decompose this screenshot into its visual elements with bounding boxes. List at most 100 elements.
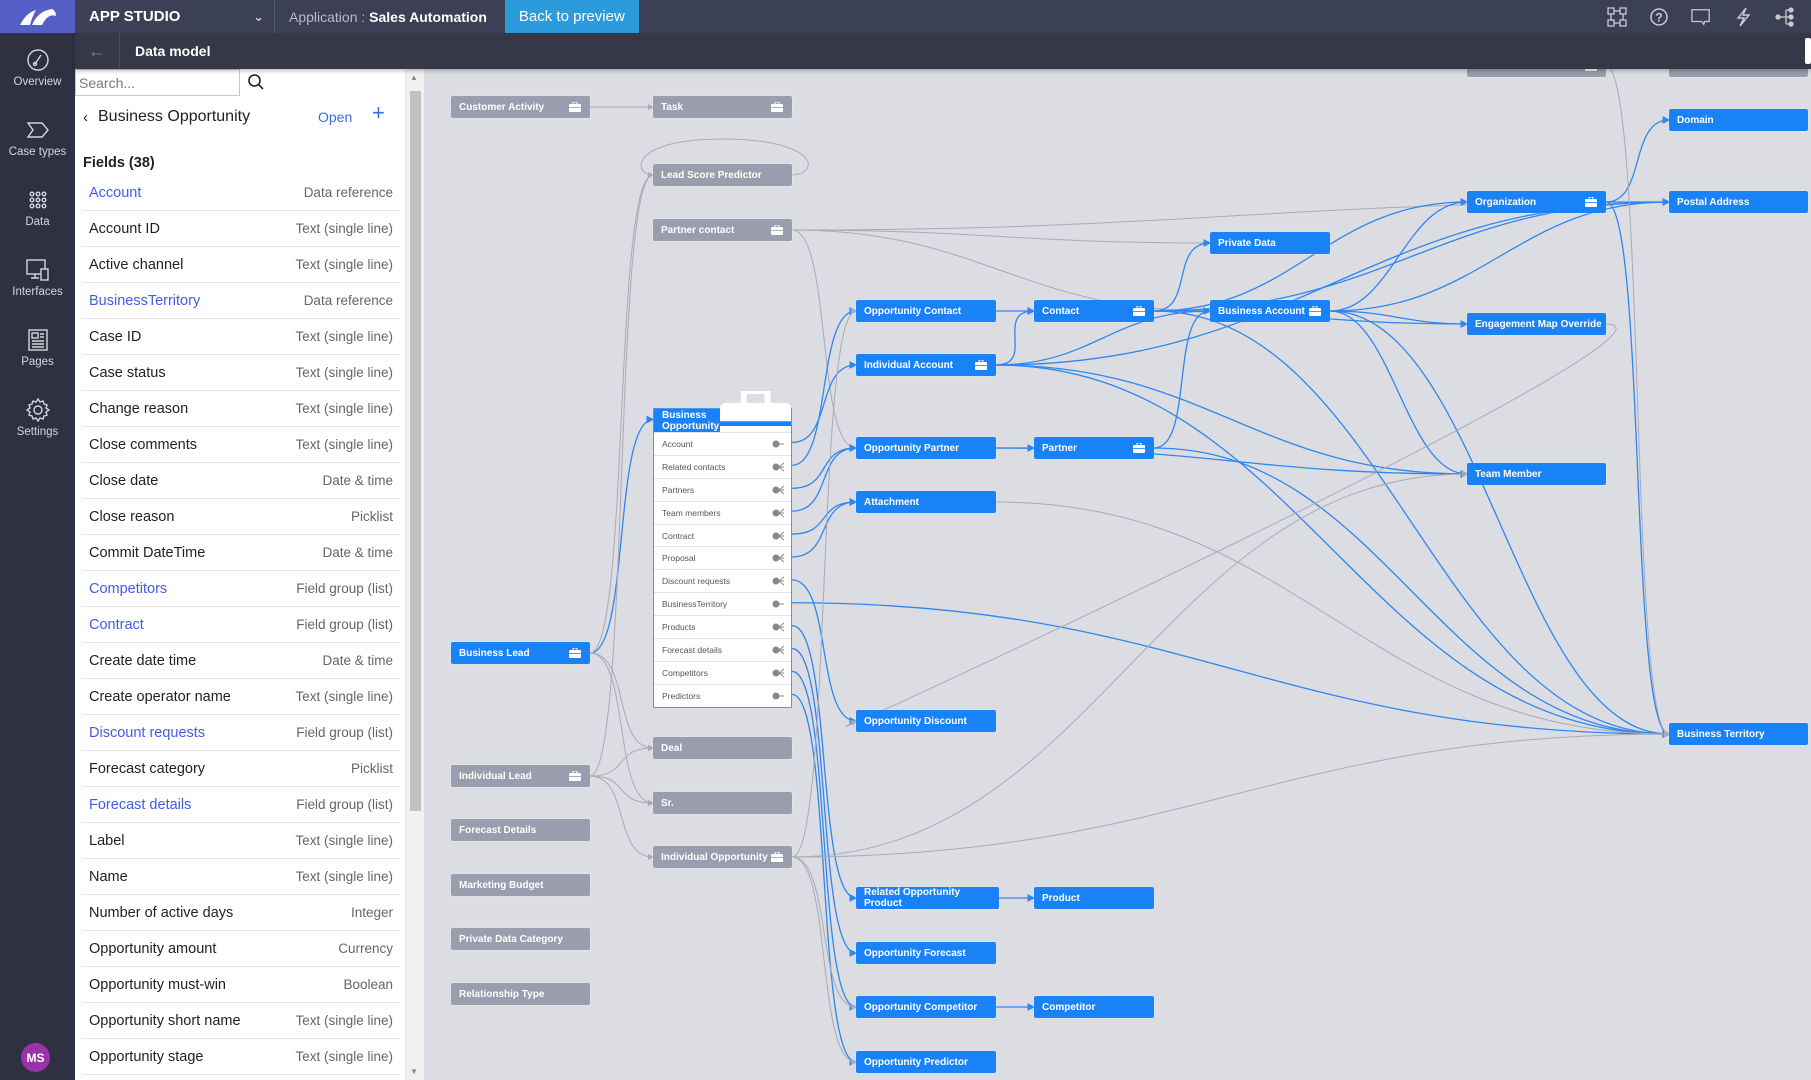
- entity-node-related-opportunity-product[interactable]: Related Opportunity Product: [856, 887, 999, 909]
- field-name[interactable]: Competitors: [89, 581, 167, 597]
- field-row[interactable]: Forecast details Field group (list): [82, 787, 400, 823]
- focus-field-row[interactable]: Team members: [654, 500, 791, 524]
- field-row[interactable]: Name Text (single line): [82, 859, 400, 895]
- field-row[interactable]: Case status Text (single line): [82, 355, 400, 391]
- layout-icon[interactable]: [1607, 6, 1627, 27]
- focus-field-row[interactable]: Partners: [654, 477, 791, 501]
- focus-field-row[interactable]: Discount requests: [654, 569, 791, 592]
- search-icon[interactable]: [247, 73, 267, 93]
- entity-node-engagement-map-override[interactable]: Engagement Map Override: [1467, 313, 1606, 335]
- focus-field-row[interactable]: Predictors: [654, 683, 791, 707]
- focus-field-row[interactable]: Competitors: [654, 660, 791, 684]
- nav-overview[interactable]: Overview: [0, 33, 75, 103]
- entity-node-domain[interactable]: Domain: [1669, 109, 1808, 131]
- scroll-up-icon[interactable]: ▲: [410, 73, 418, 82]
- entity-node-individual-opportunity[interactable]: Individual Opportunity: [653, 846, 792, 868]
- focus-field-row[interactable]: Forecast details: [654, 638, 791, 661]
- entity-node-partner[interactable]: Partner: [1034, 437, 1154, 459]
- help-icon[interactable]: ?: [1649, 7, 1669, 27]
- focus-field-row[interactable]: Products: [654, 615, 791, 638]
- user-avatar[interactable]: MS: [21, 1043, 50, 1072]
- field-name[interactable]: Forecast details: [89, 797, 191, 813]
- field-row[interactable]: Case ID Text (single line): [82, 319, 400, 355]
- back-arrow-icon[interactable]: ←: [75, 33, 120, 69]
- canvas-scrollbar[interactable]: [1805, 38, 1811, 64]
- field-row[interactable]: Opportunity amount Currency: [82, 931, 400, 967]
- entity-node-individual-lead[interactable]: Individual Lead: [451, 765, 590, 787]
- field-row[interactable]: Create operator name Text (single line): [82, 679, 400, 715]
- field-row[interactable]: Account ID Text (single line): [82, 211, 400, 247]
- entity-node-sr[interactable]: Sr.: [653, 792, 792, 814]
- field-row[interactable]: Active channel Text (single line): [82, 247, 400, 283]
- focus-field-row[interactable]: Account: [654, 432, 791, 455]
- entity-node-product[interactable]: Product: [1034, 887, 1154, 909]
- entity-node-contact[interactable]: Contact: [1034, 300, 1154, 322]
- field-name[interactable]: Discount requests: [89, 725, 205, 741]
- nav-case-types[interactable]: Case types: [0, 103, 75, 173]
- panel-scrollbar[interactable]: ▲ ▼: [405, 69, 424, 1080]
- scroll-down-icon[interactable]: ▼: [410, 1067, 418, 1076]
- entity-node-opportunity-partner[interactable]: Opportunity Partner: [856, 437, 996, 459]
- field-name[interactable]: BusinessTerritory: [89, 293, 200, 309]
- focus-field-row[interactable]: Proposal: [654, 546, 791, 569]
- entity-node-team-member[interactable]: Team Member: [1467, 463, 1606, 485]
- focus-field-row[interactable]: BusinessTerritory: [654, 592, 791, 615]
- entity-node-deal[interactable]: Deal: [653, 737, 792, 759]
- field-row[interactable]: Close date Date & time: [82, 463, 400, 499]
- add-field-button[interactable]: +: [372, 100, 385, 126]
- focus-case-header[interactable]: Business Opportunity: [654, 390, 791, 451]
- field-row[interactable]: Close reason Picklist: [82, 499, 400, 535]
- field-row[interactable]: Label Text (single line): [82, 823, 400, 859]
- entity-node-business-opportunity[interactable]: Business Opportunity Account Related conta…: [653, 390, 792, 708]
- entity-node-competitor[interactable]: Competitor: [1034, 996, 1154, 1018]
- pega-logo[interactable]: [0, 0, 75, 33]
- search-input[interactable]: [76, 70, 239, 95]
- field-row[interactable]: Number of active days Integer: [82, 895, 400, 931]
- focus-field-row[interactable]: Contract: [654, 523, 791, 547]
- entity-node-top-hidden-2[interactable]: [1669, 69, 1808, 77]
- entity-node-lead-score-predictor[interactable]: Lead Score Predictor: [653, 164, 792, 186]
- open-link[interactable]: Open: [318, 109, 352, 125]
- entity-node-relationship-type[interactable]: Relationship Type: [451, 983, 590, 1005]
- nav-pages[interactable]: Pages: [0, 313, 75, 383]
- entity-node-private-data-category[interactable]: Private Data Category: [451, 928, 590, 950]
- field-row[interactable]: Discount requests Field group (list): [82, 715, 400, 751]
- lightning-icon[interactable]: [1733, 7, 1753, 27]
- entity-node-opportunity-forecast[interactable]: Opportunity Forecast: [856, 942, 996, 964]
- entity-node-organization[interactable]: Organization: [1467, 191, 1606, 213]
- entity-node-business-account[interactable]: Business Account: [1210, 300, 1330, 322]
- entity-node-forecast-details[interactable]: Forecast Details: [451, 819, 590, 841]
- field-name[interactable]: Contract: [89, 617, 144, 633]
- field-name[interactable]: Account: [89, 185, 141, 201]
- field-row[interactable]: Change reason Text (single line): [82, 391, 400, 427]
- studio-switcher[interactable]: APP STUDIO ⌄: [75, 0, 275, 33]
- entity-node-individual-account[interactable]: Individual Account: [856, 354, 996, 376]
- entity-node-business-territory[interactable]: Business Territory: [1669, 723, 1808, 745]
- entity-node-partner-contact[interactable]: Partner contact: [653, 219, 792, 241]
- field-row[interactable]: Opportunity must-win Boolean: [82, 967, 400, 1003]
- chat-icon[interactable]: [1691, 7, 1711, 27]
- entity-node-marketing-budget[interactable]: Marketing Budget: [451, 874, 590, 896]
- data-model-canvas[interactable]: Customer Activity Task Lead Score Predicto…: [424, 69, 1811, 1080]
- field-row[interactable]: Commit DateTime Date & time: [82, 535, 400, 571]
- field-row[interactable]: Contract Field group (list): [82, 607, 400, 643]
- entity-node-business-lead[interactable]: Business Lead: [451, 642, 590, 664]
- entity-node-opportunity-predictor[interactable]: Opportunity Predictor: [856, 1051, 996, 1073]
- entity-node-opportunity-contact[interactable]: Opportunity Contact: [856, 300, 996, 322]
- nav-interfaces[interactable]: Interfaces: [0, 243, 75, 313]
- entity-node-top-hidden-1[interactable]: [1467, 69, 1606, 77]
- field-row[interactable]: Create date time Date & time: [82, 643, 400, 679]
- entity-node-customer-activity[interactable]: Customer Activity: [451, 96, 590, 118]
- nav-settings[interactable]: Settings: [0, 383, 75, 453]
- entity-node-postal-address[interactable]: Postal Address: [1669, 191, 1808, 213]
- field-row[interactable]: Close comments Text (single line): [82, 427, 400, 463]
- field-row[interactable]: Opportunity short name Text (single line): [82, 1003, 400, 1039]
- field-row[interactable]: Forecast category Picklist: [82, 751, 400, 787]
- field-row[interactable]: Competitors Field group (list): [82, 571, 400, 607]
- entity-node-opportunity-competitor[interactable]: Opportunity Competitor: [856, 996, 996, 1018]
- field-row[interactable]: Account Data reference: [82, 175, 400, 211]
- focus-field-row[interactable]: Related contacts: [654, 454, 791, 478]
- share-icon[interactable]: [1775, 6, 1795, 27]
- field-row[interactable]: BusinessTerritory Data reference: [82, 283, 400, 319]
- scroll-thumb[interactable]: [410, 91, 421, 811]
